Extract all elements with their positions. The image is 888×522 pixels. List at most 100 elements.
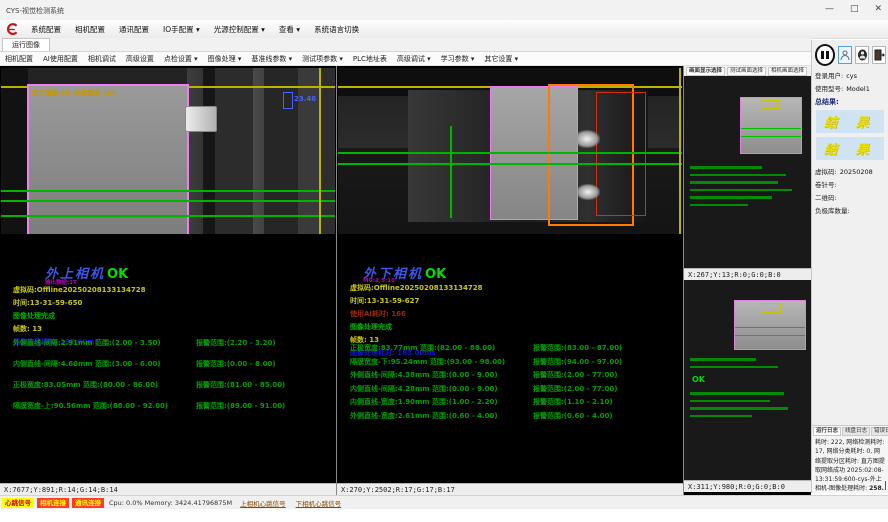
log-tab[interactable]: 线盘日志 [842, 427, 870, 436]
total-result-label: 总结果: [812, 94, 888, 108]
close-icon[interactable]: ✕ [874, 3, 882, 15]
menu-item[interactable]: 系统配置 [24, 24, 68, 35]
menu-item[interactable]: IO手配置 ▾ [156, 24, 207, 35]
result-ok-label: OK [107, 267, 128, 282]
log-tab[interactable]: 错误日志 [871, 427, 888, 436]
measurement-alert-range: 报警范围:(81.00 - 85.00) [196, 380, 285, 390]
tab-strip: 运行图像 [0, 38, 811, 52]
toolbar-item[interactable]: 图像处理 ▾ [203, 54, 247, 64]
measurement-alert-range: 报警范围:(94.00 - 97.00) [533, 357, 622, 367]
preview-view-2[interactable]: OK [684, 280, 811, 480]
toolbar-item[interactable]: 学习参数 ▾ [436, 54, 480, 64]
camera-panel-upper: 固定阈值:93, 动态阈值:100 23.46 外上相机OK 输出数据:1T 虚… [0, 66, 337, 495]
camera-panel-lower: AI识别区域 外下相机OK MG:2,S:10 虚拟码:Offline20 [337, 66, 684, 495]
mini-photo [740, 97, 802, 154]
toolbar-item[interactable]: AI使用配置 [38, 54, 83, 64]
toolbar-item[interactable]: 基准线参数 ▾ [246, 54, 297, 64]
measurement-row: 正极宽度:83.05mm 范围:(80.00 - 86.00) 报警范围:(81… [0, 380, 336, 390]
measurement-value: 内侧直线-宽度:1.90mm 范围:(1.00 - 2.20) [337, 397, 533, 407]
measurement-row: 隔膜宽度-下:95.24mm 范围:(93.00 - 98.00) 报警范围:(… [337, 357, 683, 367]
minimize-icon[interactable]: — [825, 3, 834, 15]
measurement-alert-range: 报警范围:(83.00 - 87.00) [533, 343, 622, 353]
toolbar-item[interactable]: 相机配置 [0, 54, 38, 64]
measurement-row: 正极宽度:83.77mm 范围:(82.00 - 88.00) 报警范围:(83… [337, 343, 683, 353]
roi-rect-red [596, 92, 646, 216]
done-line: 图像处理完成 [350, 322, 483, 332]
field-value: 20250208 [840, 168, 873, 176]
mini-ok-label: OK [692, 375, 705, 384]
measure-line-green [1, 215, 335, 217]
title-bar: CYS-视觉检测系统 — □ ✕ [0, 0, 888, 21]
preview-tab[interactable]: 相机画面选择 [768, 67, 807, 76]
status-badges: 心跳信号相机连接通讯连接 [2, 498, 104, 508]
point-value-label: 23.46 [294, 95, 316, 103]
log-scrollbar[interactable] [885, 481, 887, 490]
measure-line-green [1, 200, 335, 202]
model-label: 使用型号: [815, 83, 843, 93]
tool-bar: 相机配置AI使用配置相机调试高级设置点检设置 ▾图像处理 ▾基准线参数 ▾测试项… [0, 52, 811, 66]
preview-coords-2: X:311;Y:980;R:0;G:0;B:0 [684, 480, 811, 492]
preview-tab[interactable]: 测试画面选择 [727, 67, 766, 76]
log-tab[interactable]: 运行日志 [813, 427, 841, 436]
bright-blob [574, 130, 600, 148]
menu-item[interactable]: 系统语言切换 [307, 24, 366, 35]
status-badge: 相机连接 [37, 498, 69, 508]
menu-item[interactable]: 光源控制配置 ▾ [207, 24, 272, 35]
preview-tab[interactable]: 画面显示选择 [686, 67, 725, 76]
pause-icon [826, 51, 829, 59]
toolbar-item[interactable]: 其它设置 ▾ [479, 54, 523, 64]
point-marker-blue [283, 92, 293, 109]
model-value: Model1 [846, 85, 870, 93]
maximize-icon[interactable]: □ [850, 3, 859, 15]
person-dark-icon [857, 49, 868, 61]
run-pause-button[interactable] [815, 44, 835, 66]
result-badge-lower: 结 果 [816, 137, 884, 160]
measurement-row: 内侧直线-宽度:1.90mm 范围:(1.00 - 2.20) 报警范围:(1.… [337, 397, 683, 407]
measure-line-green [1, 190, 335, 192]
status-badge: 通讯连接 [72, 498, 104, 508]
measurement-row: 内侧直线-间隔:4.28mm 范围:(0.00 - 9.00) 报警范围:(2.… [337, 384, 683, 394]
time-line: 时间:13-31-59-627 [350, 296, 483, 306]
heartbeat-link[interactable]: 下相机心跳信号 [296, 498, 342, 508]
tab-run-image[interactable]: 运行图像 [2, 38, 50, 51]
threshold-label: 固定阈值:93, 动态阈值:100 [32, 87, 117, 97]
measurement-value: 内侧直线-间隔:4.28mm 范围:(0.00 - 9.00) [337, 384, 533, 394]
field-label: 负极库数量: [815, 205, 850, 215]
mini-log-lines [690, 166, 800, 211]
camera-image-upper[interactable]: 固定阈值:93, 动态阈值:100 23.46 [1, 68, 335, 234]
menu-item[interactable]: 相机配置 [68, 24, 112, 35]
exit-button[interactable] [872, 46, 886, 64]
baseline-yellow-vertical [679, 68, 681, 234]
measure-line-green [338, 152, 682, 154]
toolbar-item[interactable]: 测试项参数 ▾ [297, 54, 348, 64]
toolbar-item[interactable]: 相机调试 [83, 54, 121, 64]
menu-item[interactable]: 查看 ▾ [272, 24, 307, 35]
camera-image-lower[interactable]: AI识别区域 [338, 68, 682, 234]
field-label: 虚拟码: [815, 166, 837, 176]
toolbar-item[interactable]: 高级调试 ▾ [392, 54, 436, 64]
field-label: 二维码: [815, 192, 837, 202]
measurement-list: 正极宽度:83.77mm 范围:(82.00 - 88.00) 报警范围:(83… [337, 343, 683, 424]
toolbar-item[interactable]: 点检设置 ▾ [159, 54, 203, 64]
frames-line: 帧数: 13 [13, 324, 146, 334]
cpu-memory-text: Cpu: 0.0% Memory: 3424.41796875M [109, 499, 232, 507]
exit-door-icon [874, 49, 885, 61]
menu-items: 系统配置相机配置通讯配置IO手配置 ▾光源控制配置 ▾查看 ▾系统语言切换 [24, 24, 366, 35]
log-tab-strip: 运行日志线盘日志错误日志 [812, 426, 888, 436]
bright-blob [576, 184, 600, 200]
login-user-row: 登录用户: cys [812, 68, 888, 81]
measurement-value: 正极宽度:83.77mm 范围:(82.00 - 88.00) [337, 343, 533, 353]
app-window: CYS-视觉检测系统 — □ ✕ 系统配置相机配置通讯配置IO手配置 ▾光源控制… [0, 0, 888, 522]
heartbeat-link[interactable]: 上相机心跳信号 [240, 498, 286, 508]
preview-view-1[interactable] [684, 76, 811, 268]
admin-button[interactable] [855, 46, 869, 64]
measure-line-green [338, 163, 682, 165]
toolbar-item[interactable]: 高级设置 [121, 54, 159, 64]
measurement-list: 外侧直线-间隔:2.91mm 范围:(2.00 - 3.50) 报警范围:(2.… [0, 338, 336, 422]
mini-log-lines [690, 392, 800, 422]
toolbar-item[interactable]: PLC地址表 [348, 54, 392, 64]
menu-item[interactable]: 通讯配置 [112, 24, 156, 35]
user-button[interactable] [838, 46, 852, 64]
measurement-value: 外侧直线-宽度:2.61mm 范围:(0.60 - 4.00) [337, 411, 533, 421]
measurement-value: 隔膜宽度-上:90.56mm 范围:(88.00 - 92.00) [0, 401, 196, 411]
